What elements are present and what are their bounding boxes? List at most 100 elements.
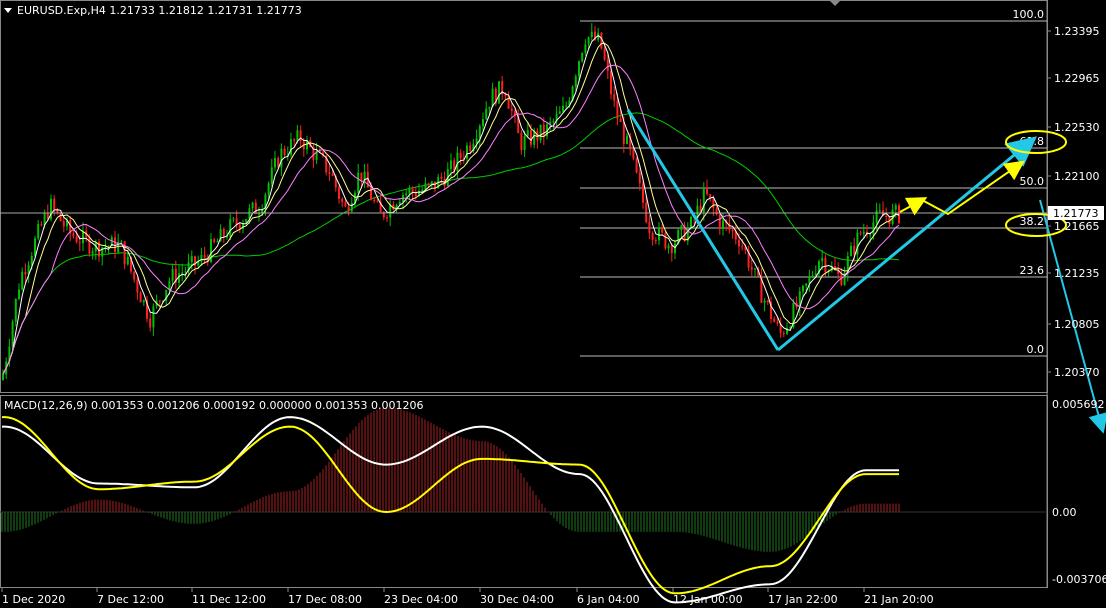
candle-body: [14, 298, 17, 322]
candle-body: [875, 210, 878, 223]
candle-body: [296, 130, 299, 141]
candle-body: [661, 227, 664, 233]
candle-body: [670, 245, 673, 254]
time-tick-label: 6 Jan 04:00: [577, 593, 640, 606]
candle-body: [203, 254, 206, 258]
candle-body: [805, 283, 808, 286]
candle-body: [258, 213, 260, 215]
candle-body: [850, 245, 852, 257]
candle-body: [270, 167, 273, 184]
candle-body: [872, 222, 875, 235]
candle-body: [642, 183, 644, 203]
candle-body: [802, 285, 804, 292]
candle-body: [251, 202, 254, 209]
candle-body: [482, 119, 484, 127]
time-tick-label: 17 Dec 08:00: [288, 593, 362, 606]
price-tick-label: 1.21235: [1054, 267, 1100, 280]
candle-body: [626, 135, 628, 144]
candle-body: [587, 37, 590, 45]
candle-body: [859, 232, 862, 234]
candle-body: [405, 193, 408, 196]
candle-body: [552, 121, 555, 123]
candle-body: [430, 181, 433, 184]
candle-body: [478, 126, 481, 139]
price-tick-label: 1.23395: [1054, 25, 1100, 38]
candle-body: [894, 205, 897, 210]
candle-body: [421, 189, 424, 192]
candle-body: [280, 148, 283, 168]
candle-body: [456, 152, 459, 171]
candle-body: [11, 321, 14, 347]
macd-tick-label: 0.005692: [1052, 398, 1105, 411]
candle-body: [491, 88, 494, 107]
candle-body: [2, 374, 4, 380]
candle-body: [485, 108, 488, 120]
price-tick-label: 1.22100: [1054, 170, 1100, 183]
price-panel[interactable]: [0, 0, 1048, 393]
candle-body: [504, 94, 507, 97]
candle-body: [408, 188, 411, 194]
candle-body: [18, 289, 20, 299]
fib-level-label: 0.0: [1027, 343, 1045, 356]
candle-body: [706, 187, 708, 195]
candle-body: [574, 76, 577, 87]
time-tick-label: 23 Dec 04:00: [384, 593, 458, 606]
candle-body: [613, 94, 616, 101]
candle-body: [616, 100, 619, 119]
candle-body: [120, 241, 123, 243]
price-tick-label: 1.22530: [1054, 121, 1100, 134]
candle-body: [283, 148, 286, 156]
candle-body: [610, 71, 612, 95]
candle-body: [651, 232, 654, 240]
time-tick-label: 21 Jan 20:00: [864, 593, 934, 606]
candle-body: [459, 152, 462, 159]
time-tick-label: 7 Dec 12:00: [97, 593, 164, 606]
candle-body: [722, 220, 724, 229]
candle-body: [622, 122, 625, 144]
candle-body: [750, 267, 753, 270]
candle-body: [82, 230, 84, 244]
candle-body: [328, 172, 331, 174]
candle-body: [88, 237, 91, 254]
candle-body: [638, 172, 641, 184]
candle-body: [690, 216, 692, 228]
trading-chart[interactable]: 100.061.850.038.223.60.0 1.233951.229651…: [0, 0, 1106, 608]
current-price-label: 1.21773: [1053, 207, 1099, 220]
time-axis: 1 Dec 2020 7 Dec 12:00 11 Dec 12:00 17 Dec …: [1, 588, 934, 606]
price-axis: 1.23395 1.22965 1.22530 1.22100 1.21665 1.212…: [1047, 25, 1100, 379]
candle-body: [62, 221, 65, 227]
candle-body: [869, 234, 872, 236]
candle-body: [222, 228, 225, 237]
candle-body: [373, 200, 376, 202]
time-tick-label: 17 Jan 22:00: [768, 593, 838, 606]
time-tick-label: 11 Dec 12:00: [192, 593, 266, 606]
candle-body: [680, 225, 683, 231]
candle-body: [738, 239, 740, 247]
candle-body: [539, 124, 542, 141]
candle-body: [811, 275, 814, 277]
macd-tick-label: 0.00: [1052, 506, 1077, 519]
candle-body: [526, 130, 529, 136]
candle-body: [24, 271, 27, 275]
candle-body: [34, 238, 36, 256]
candle-body: [338, 187, 340, 199]
candle-body: [290, 139, 292, 155]
candle-body: [331, 173, 334, 176]
time-tick-label: 1 Dec 2020: [2, 593, 65, 606]
symbol-header: EURUSD.Exp,H4 1.21733 1.21812 1.21731 1.…: [17, 4, 302, 17]
price-tick-label: 1.21665: [1054, 220, 1100, 233]
candle-body: [565, 105, 568, 107]
candle-body: [293, 139, 296, 141]
candle-body: [267, 183, 270, 195]
candle-body: [606, 59, 609, 72]
candle-body: [664, 232, 667, 249]
candle-body: [853, 245, 856, 255]
candle-body: [190, 256, 193, 263]
candle-body: [344, 202, 347, 207]
price-tick-label: 1.22965: [1054, 72, 1100, 85]
candle-body: [440, 176, 443, 179]
candle-body: [562, 105, 564, 112]
candle-body: [782, 332, 785, 334]
candle-body: [520, 133, 523, 151]
candle-body: [136, 279, 139, 293]
